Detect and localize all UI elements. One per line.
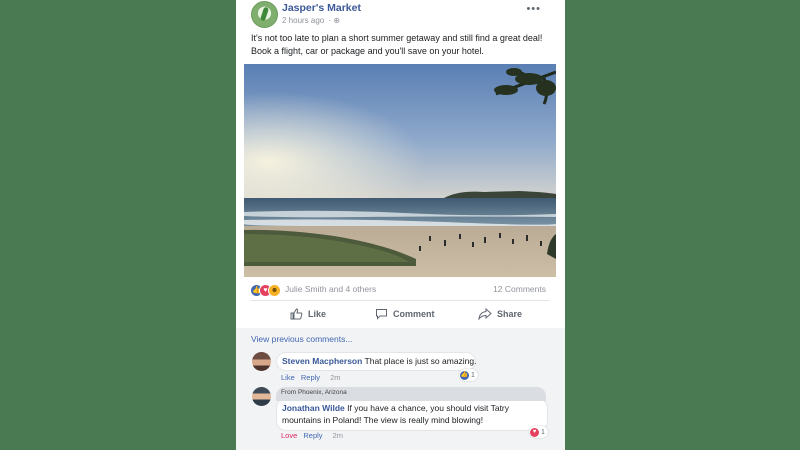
post-card: Jasper's Market 2 hours ago · ⊕ ••• It's…	[236, 0, 565, 450]
comment-location: From Phoenix, Arizona	[281, 389, 347, 396]
comment-button[interactable]: Comment	[375, 304, 435, 324]
haha-icon: ☻	[268, 284, 281, 297]
share-label: Share	[497, 309, 523, 319]
comment-actions: Like Reply 2m	[281, 373, 341, 382]
avatar[interactable]	[252, 387, 271, 406]
comment-text: That place is just so amazing.	[364, 356, 477, 366]
divider	[250, 300, 550, 301]
comment-reply-link[interactable]: Reply	[303, 431, 322, 440]
love-icon: ♥	[530, 427, 539, 437]
comment-icon	[376, 309, 387, 320]
globe-icon: · ⊕	[328, 16, 341, 25]
reaction-count: 1	[471, 371, 475, 379]
post-time[interactable]: 2 hours ago	[282, 16, 324, 25]
comment-time[interactable]: 2m	[333, 431, 343, 440]
share-button[interactable]: Share	[478, 304, 522, 324]
more-options-icon[interactable]: •••	[526, 3, 541, 15]
post-meta: 2 hours ago · ⊕	[282, 16, 340, 25]
comment-location-bar: From Phoenix, Arizona	[276, 387, 546, 401]
comment-author-link[interactable]: Jonathan Wilde	[282, 403, 345, 413]
comment-bubble: Jonathan Wilde If you have a chance, you…	[276, 398, 548, 431]
reaction-icons: 👍 ♥ ☻	[250, 284, 284, 297]
comment-label: Comment	[393, 309, 435, 319]
post-header: Jasper's Market 2 hours ago · ⊕ •••	[251, 1, 551, 28]
reaction-names[interactable]: Julie Smith and 4 others	[285, 284, 376, 294]
reaction-summary[interactable]: 👍 ♥ ☻ Julie Smith and 4 others 12 Commen…	[250, 283, 550, 297]
avatar[interactable]	[252, 352, 271, 371]
like-label: Like	[308, 309, 327, 319]
view-previous-comments-link[interactable]: View previous comments...	[251, 334, 352, 344]
share-icon	[478, 308, 492, 320]
comment-author-link[interactable]: Steven Macpherson	[282, 356, 362, 366]
comment-reaction-badge[interactable]: 👍 1	[459, 369, 478, 381]
comment-reply-link[interactable]: Reply	[301, 373, 320, 382]
comment-actions: Love Reply 2m	[281, 431, 343, 440]
comment-like-link[interactable]: Like	[281, 373, 295, 382]
action-bar: Like Comment Share	[250, 304, 550, 324]
reaction-count: 1	[541, 428, 545, 436]
page-name-link[interactable]: Jasper's Market	[282, 2, 361, 14]
comment-body: Jonathan Wilde If you have a chance, you…	[282, 402, 544, 426]
post-text: It's not too late to plan a short summer…	[251, 33, 543, 56]
comment-body: Steven Macpherson That place is just so …	[282, 355, 477, 367]
comment-time[interactable]: 2m	[330, 373, 340, 382]
comments-section: View previous comments... Steven Macpher…	[236, 328, 565, 450]
like-icon: 👍	[460, 370, 469, 380]
comments-count[interactable]: 12 Comments	[493, 284, 546, 294]
comment-love-link[interactable]: Love	[281, 431, 297, 440]
comment-bubble: Steven Macpherson That place is just so …	[276, 352, 477, 371]
like-button[interactable]: Like	[290, 304, 326, 324]
page-avatar[interactable]	[251, 1, 278, 28]
post-photo[interactable]	[244, 64, 556, 277]
thumbs-up-icon	[290, 308, 303, 320]
comment-reaction-badge[interactable]: ♥ 1	[529, 426, 548, 438]
